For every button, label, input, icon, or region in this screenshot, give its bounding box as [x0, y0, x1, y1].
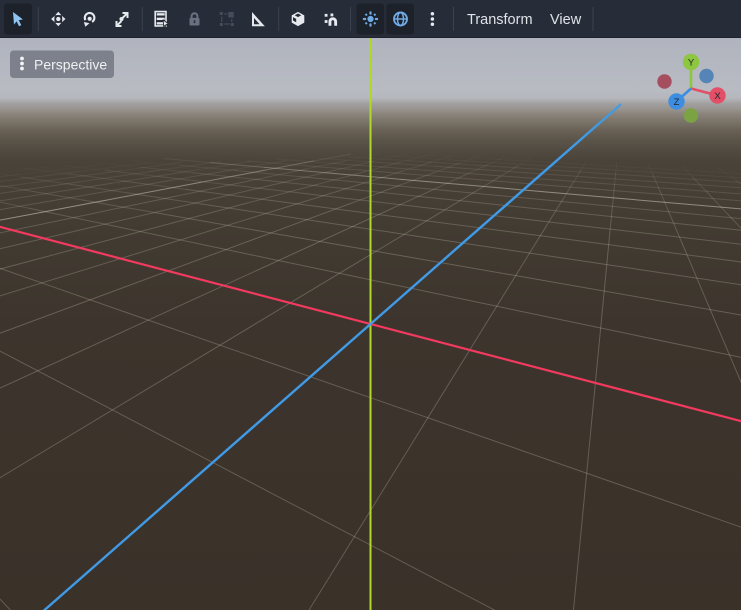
svg-text:Y: Y — [688, 57, 695, 68]
svg-text:Z: Z — [674, 97, 680, 108]
svg-text:X: X — [714, 91, 721, 102]
svg-text:View: View — [550, 12, 582, 28]
svg-text:Perspective: Perspective — [34, 57, 107, 73]
svg-text:Transform: Transform — [467, 12, 533, 28]
